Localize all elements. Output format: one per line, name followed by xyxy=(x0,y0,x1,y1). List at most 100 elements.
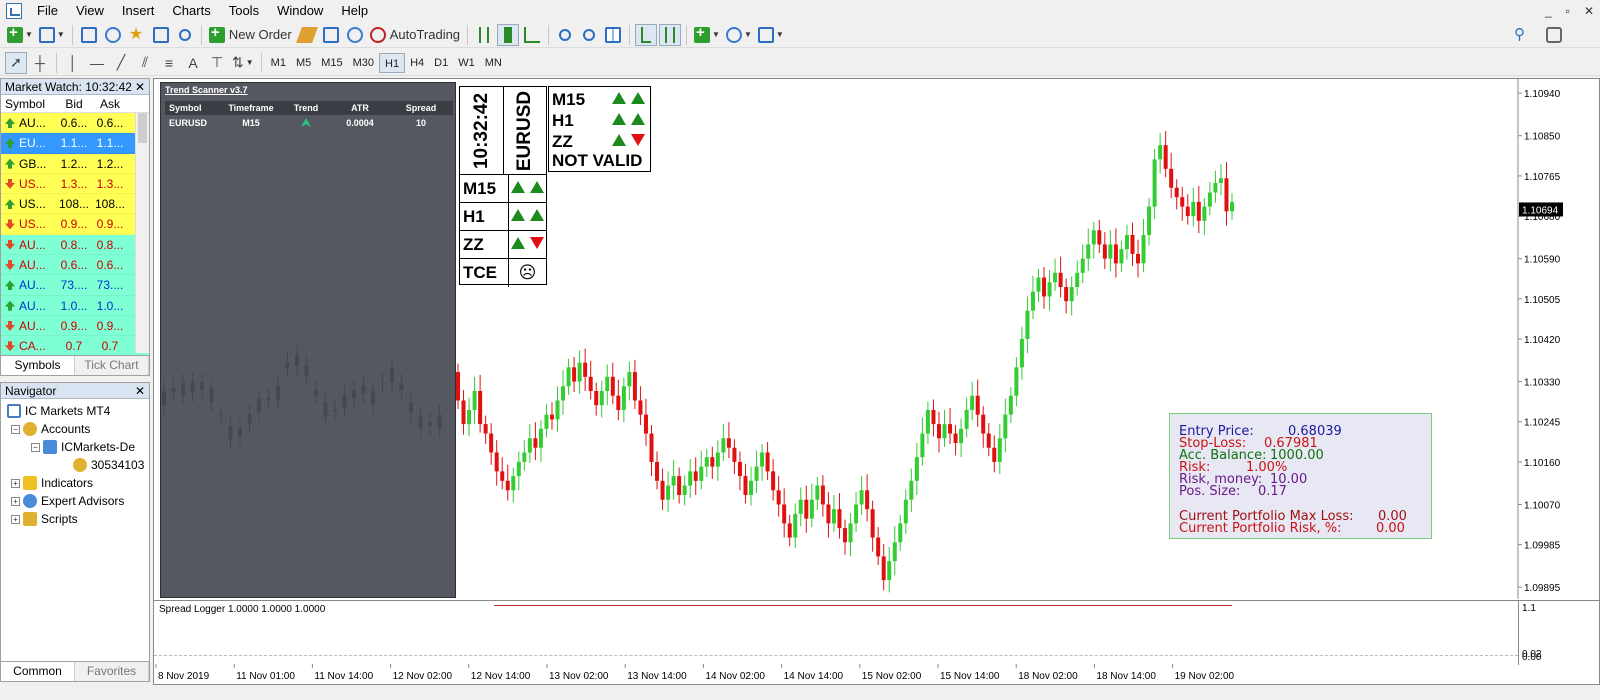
tab-symbols[interactable]: Symbols xyxy=(1,356,75,375)
timeframe-w1[interactable]: W1 xyxy=(453,53,480,73)
timeframe-h4[interactable]: H4 xyxy=(405,53,429,73)
navigator-close-icon[interactable]: ✕ xyxy=(135,383,145,399)
vertical-line-button[interactable]: │ xyxy=(62,52,84,74)
navigator-button[interactable]: ★ xyxy=(126,24,148,46)
timeframe-mn[interactable]: MN xyxy=(480,53,507,73)
horizontal-line-button[interactable]: — xyxy=(86,52,108,74)
candle-body xyxy=(942,424,947,439)
tab-tick-chart[interactable]: Tick Chart xyxy=(75,356,149,375)
expand-icon[interactable]: + xyxy=(11,478,20,488)
nav-account-number[interactable]: 30534103 xyxy=(73,457,144,473)
bar-chart-button[interactable] xyxy=(473,24,495,46)
tab-common[interactable]: Common xyxy=(1,662,75,681)
arrows-button[interactable]: ⇅ ▼ xyxy=(230,52,256,74)
pos-size-value: 0.17 xyxy=(1258,484,1287,499)
mw-symbol-text: AU... xyxy=(19,237,46,252)
nav-indicators[interactable]: + Indicators xyxy=(11,475,93,491)
list-item[interactable]: US... 108... 108... xyxy=(1,194,149,215)
nav-expert-advisors[interactable]: + Expert Advisors xyxy=(11,493,124,509)
restore-button[interactable]: ▫ xyxy=(1566,0,1570,22)
timeframe-m15[interactable]: M15 xyxy=(316,53,347,73)
periods-button[interactable]: ▼ xyxy=(724,24,754,46)
collapse-icon[interactable]: − xyxy=(11,424,20,434)
strategy-tester-button[interactable] xyxy=(174,24,196,46)
tile-windows-button[interactable] xyxy=(602,24,624,46)
text-tool-button[interactable]: A xyxy=(182,52,204,74)
timeframe-h1[interactable]: H1 xyxy=(379,52,406,73)
nav-scripts[interactable]: + Scripts xyxy=(11,511,78,527)
list-item[interactable]: US... 0.9... 0.9... xyxy=(1,214,149,235)
zoom-in-button[interactable] xyxy=(554,24,576,46)
timeframe-m5[interactable]: M5 xyxy=(291,53,316,73)
new-chart-button[interactable]: ▼ xyxy=(5,24,35,46)
list-item[interactable]: AU... 0.6... 0.6... xyxy=(1,255,149,276)
terminal-button[interactable] xyxy=(150,24,172,46)
text-label-button[interactable]: ⊤ xyxy=(206,52,228,74)
list-item[interactable]: AU... 1.0... 1.0... xyxy=(1,295,149,316)
market-watch-toggle-button[interactable] xyxy=(78,24,100,46)
trendline-button[interactable]: ╱ xyxy=(110,52,132,74)
nav-accounts[interactable]: − Accounts xyxy=(11,421,90,437)
nav-account-server[interactable]: − ICMarkets-De xyxy=(31,439,135,455)
nav-root[interactable]: IC Markets MT4 xyxy=(7,403,110,419)
chat-button[interactable] xyxy=(1543,24,1565,46)
list-item[interactable]: US... 1.3... 1.3... xyxy=(1,173,149,195)
menu-window[interactable]: Window xyxy=(268,0,332,22)
indicators-button[interactable]: ▼ xyxy=(692,24,722,46)
close-button[interactable]: ✕ xyxy=(1584,0,1594,22)
list-item[interactable]: CA... 0.7 0.7 xyxy=(1,336,149,357)
mw-bid: 1.3... xyxy=(60,176,88,191)
list-item[interactable]: AU... 73.... 73.... xyxy=(1,275,149,296)
autotrading-button[interactable]: AutoTrading xyxy=(368,24,462,46)
mw-symbol-text: US... xyxy=(19,197,46,212)
minimize-button[interactable]: _ xyxy=(1545,0,1552,22)
column-ask[interactable]: Ask xyxy=(91,95,129,112)
timeframe-d1[interactable]: D1 xyxy=(429,53,453,73)
candlestick-button[interactable] xyxy=(497,23,520,46)
scrollbar-thumb[interactable] xyxy=(138,113,147,143)
search-button[interactable]: ⚲ xyxy=(1511,24,1533,46)
profiles-button[interactable]: ▼ xyxy=(37,24,67,46)
channel-button[interactable]: ⫽ xyxy=(134,52,156,74)
auto-scroll-button[interactable] xyxy=(635,23,658,46)
templates-button[interactable]: ▼ xyxy=(756,24,786,46)
menu-tools[interactable]: Tools xyxy=(220,0,268,22)
fibonacci-button[interactable]: ≡ xyxy=(158,52,180,74)
mw-ask: 0.6... xyxy=(96,258,124,273)
chart-shift-button[interactable] xyxy=(659,23,682,46)
collapse-icon[interactable]: − xyxy=(31,442,40,452)
timeframe-m1[interactable]: M1 xyxy=(266,53,291,73)
menu-charts[interactable]: Charts xyxy=(163,0,219,22)
menu-file[interactable]: File xyxy=(28,0,67,22)
menu-help[interactable]: Help xyxy=(332,0,377,22)
column-symbol[interactable]: Symbol xyxy=(1,95,57,112)
metaeditor-button[interactable] xyxy=(295,24,318,46)
list-item[interactable]: AU... 0.9... 0.9... xyxy=(1,315,149,337)
market-watch-close-icon[interactable]: ✕ xyxy=(135,79,145,95)
menu-view[interactable]: View xyxy=(67,0,113,22)
list-item[interactable]: AU... 0.6... 0.6... xyxy=(1,113,149,134)
column-bid[interactable]: Bid xyxy=(57,95,91,112)
table-row[interactable]: EURUSD M15 0.0004 10 xyxy=(165,115,453,131)
data-window-button[interactable] xyxy=(102,24,124,46)
cursor-tool-button[interactable]: ➚ xyxy=(5,51,27,74)
spread-logger-subwindow[interactable]: Spread Logger 1.0000 1.0000 1.0000 1.1 0… xyxy=(154,600,1600,665)
list-item[interactable]: AU... 0.8... 0.8... xyxy=(1,234,149,256)
line-chart-button[interactable] xyxy=(521,24,543,46)
price-tick-label: 1.10420 xyxy=(1524,335,1561,346)
zoom-out-button[interactable] xyxy=(578,24,600,46)
menu-insert[interactable]: Insert xyxy=(113,0,164,22)
crosshair-tool-button[interactable]: ┼ xyxy=(29,52,51,74)
candle-body xyxy=(638,400,643,415)
expand-icon[interactable]: + xyxy=(11,514,20,524)
market-signals-button[interactable] xyxy=(320,24,342,46)
new-order-button[interactable]: New Order xyxy=(207,24,294,46)
tab-favorites[interactable]: Favorites xyxy=(75,662,149,681)
list-item[interactable]: GB... 1.2... 1.2... xyxy=(1,153,149,174)
mw-ask: 1.1... xyxy=(96,136,124,151)
expand-icon[interactable]: + xyxy=(11,496,20,506)
market-watch-scrollbar[interactable] xyxy=(135,113,149,353)
list-item[interactable]: EU... 1.1... 1.1... xyxy=(1,133,149,154)
timeframe-m30[interactable]: M30 xyxy=(348,53,379,73)
options-button[interactable] xyxy=(344,24,366,46)
